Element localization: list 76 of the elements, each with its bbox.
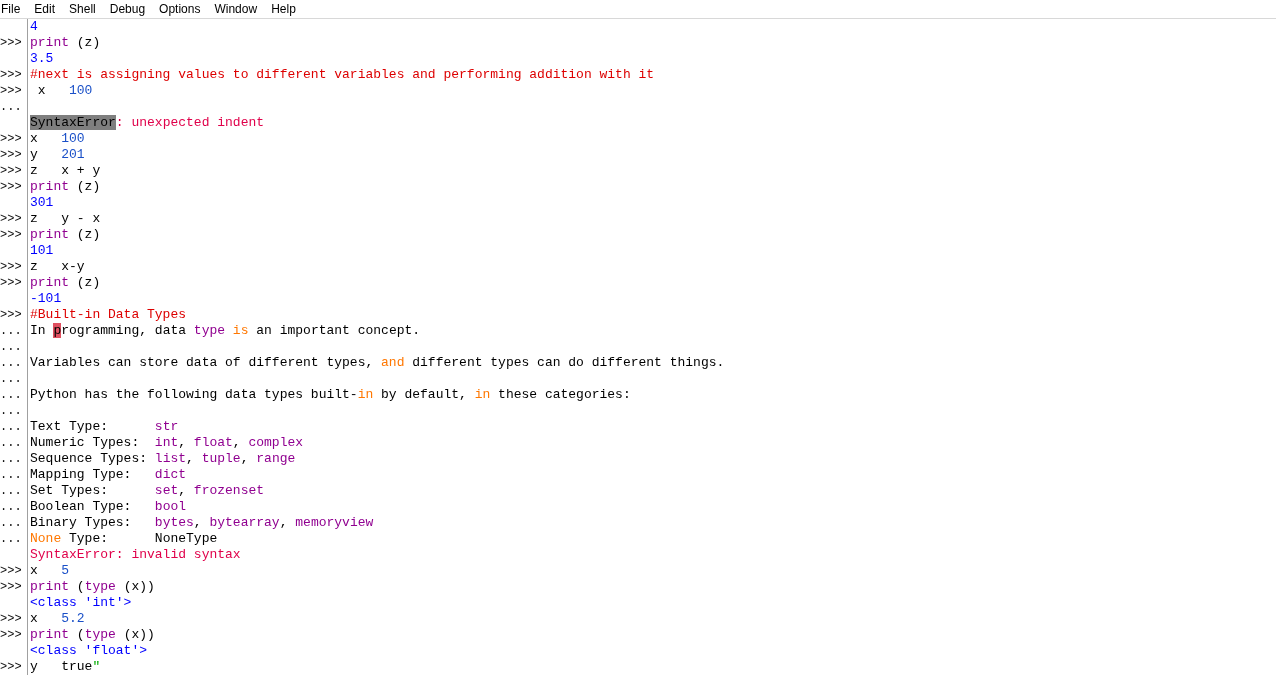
output-line: <class 'float'>	[29, 643, 148, 659]
prompt-marker: ...	[0, 451, 22, 467]
code-line: x 5.2	[29, 611, 85, 627]
code-line: Boolean Type: bool	[29, 499, 187, 515]
prompt-marker: >>>	[0, 227, 22, 243]
output-line: 301	[29, 195, 54, 211]
code-line: x 5	[29, 563, 70, 579]
code-line: Text Type: str	[29, 419, 179, 435]
code-line: Mapping Type: dict	[29, 467, 187, 483]
prompt-marker: >>>	[0, 307, 22, 323]
prompt-marker: ...	[0, 371, 22, 387]
code-line: Binary Types: bytes, bytearray, memoryview	[29, 515, 374, 531]
menu-item[interactable]: Help	[264, 2, 303, 16]
prompt-marker: >>>	[0, 67, 22, 83]
prompt-marker: >>>	[0, 563, 22, 579]
code-line: print (z)	[29, 179, 101, 195]
prompt-marker: ...	[0, 499, 22, 515]
prompt-marker: ...	[0, 515, 22, 531]
output-line: -101	[29, 291, 62, 307]
prompt-marker: ...	[0, 387, 22, 403]
prompt-marker: >>>	[0, 659, 22, 675]
prompt-marker: >>>	[0, 35, 22, 51]
prompt-marker: >>>	[0, 83, 22, 99]
code-line: #Built-in Data Types	[29, 307, 187, 323]
prompt-marker: ...	[0, 435, 22, 451]
menu-item[interactable]: Window	[207, 2, 265, 16]
prompt-marker: >>>	[0, 147, 22, 163]
code-line: In programming, data type is an important concept.	[29, 323, 421, 339]
code-line: y 201	[29, 147, 85, 163]
output-line: 4	[29, 19, 38, 35]
output-line: <class 'int'>	[29, 595, 132, 611]
code-line: Set Types: set, frozenset	[29, 483, 265, 499]
menu-item[interactable]: Debug	[102, 2, 153, 16]
code-line: print (z)	[29, 35, 101, 51]
menu-item[interactable]: Options	[152, 2, 208, 16]
code-line: print (z)	[29, 275, 101, 291]
prompt-marker: ...	[0, 419, 22, 435]
code-line: Python has the following data types built-in by default, in these categories:	[29, 387, 631, 403]
error-message: SyntaxError: unexpected indent	[29, 115, 265, 131]
prompt-marker: ...	[0, 531, 22, 547]
code-line: print (z)	[29, 227, 101, 243]
prompt-marker: ...	[0, 99, 22, 115]
prompt-marker: ...	[0, 323, 22, 339]
prompt-marker: >>>	[0, 275, 22, 291]
menu-item[interactable]: File	[0, 2, 28, 16]
code-line: Sequence Types: list, tuple, range	[29, 451, 296, 467]
prompt-marker: ...	[0, 467, 22, 483]
code-line: Numeric Types: int, float, complex	[29, 435, 304, 451]
output-line: 3.5	[29, 51, 54, 67]
prompt-marker: ...	[0, 355, 22, 371]
prompt-marker: ...	[0, 483, 22, 499]
error-message: SyntaxError: invalid syntax	[29, 547, 241, 563]
code-line: x 100	[36, 83, 93, 99]
prompt-marker: >>>	[0, 259, 22, 275]
prompt-marker: >>>	[0, 211, 22, 227]
prompt-marker: >>>	[0, 611, 22, 627]
prompt-marker: ...	[0, 403, 22, 419]
code-line: print (type (x))	[29, 579, 155, 595]
code-line: y true"	[29, 659, 101, 675]
prompt-marker: >>>	[0, 627, 22, 643]
prompt-marker: >>>	[0, 131, 22, 147]
code-line: x 100	[29, 131, 85, 147]
menu-item[interactable]: Edit	[27, 2, 63, 16]
code-line: Variables can store data of different types, and different types can do different things.	[29, 355, 725, 371]
prompt-marker: >>>	[0, 579, 22, 595]
prompt-marker: >>>	[0, 179, 22, 195]
code-line: z y - x	[29, 211, 101, 227]
prompt-marker: ...	[0, 339, 22, 355]
output-line: 101	[29, 243, 54, 259]
code-line: #next is assigning values to different variables and performing addition with it	[29, 67, 655, 83]
menu-item[interactable]: Shell	[62, 2, 103, 16]
code-line: print (type (x))	[29, 627, 155, 643]
prompt-marker: >>>	[0, 163, 22, 179]
code-line: z x + y	[29, 163, 101, 179]
code-line: z x-y	[29, 259, 85, 275]
code-line: None Type: NoneType	[29, 531, 218, 547]
